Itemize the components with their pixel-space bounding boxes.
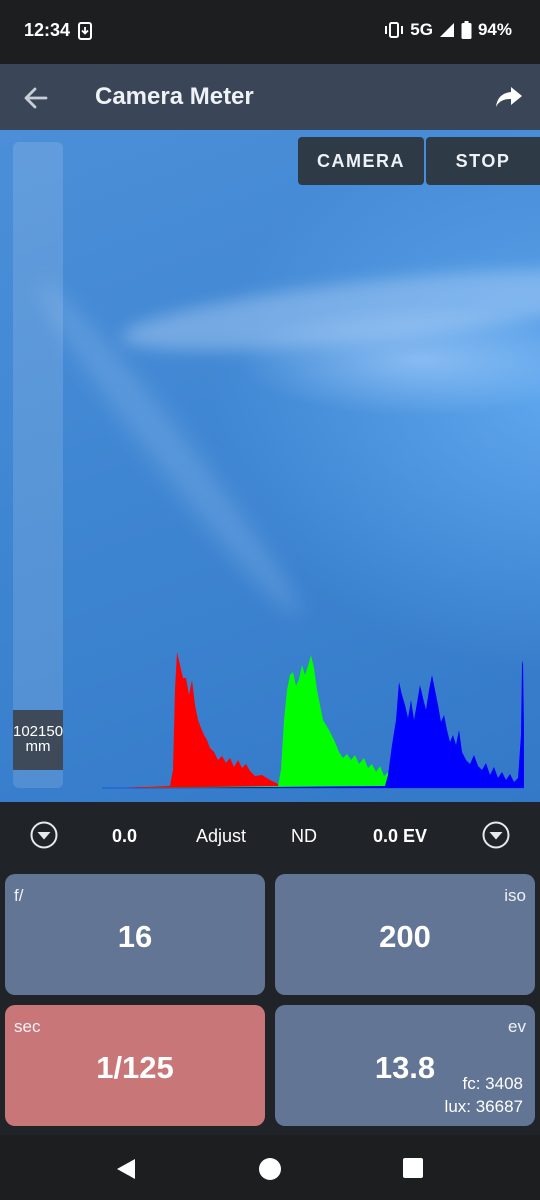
signal-icon [439,23,454,37]
battery-icon [461,21,472,39]
footcandles-value: fc: 3408 [462,1074,524,1093]
network-label: 5G [410,20,433,39]
aperture-value: 16 [117,919,153,954]
shutter-value: 1/125 [96,1050,174,1085]
chevron-down-circle-icon[interactable] [482,821,510,849]
app-bar: Camera Meter [0,64,540,130]
stop-button[interactable]: STOP [426,137,540,185]
histogram-red [125,652,285,788]
back-arrow-icon[interactable] [22,84,50,112]
battery-label: 94% [477,20,512,39]
nd-ev-value: 0.0 EV [373,826,428,846]
ev-card[interactable]: ev 13.8 fc: 3408 lux: 36687 [275,1005,535,1126]
system-nav-bar [0,1135,540,1200]
adjust-value: 0.0 [112,826,138,846]
iso-card[interactable]: iso 200 [275,874,535,995]
camera-controls: CAMERA STOP [298,137,540,185]
download-icon [78,22,92,40]
status-bar: 12:34 5G 94% [0,0,540,64]
ev-label: ev [508,1017,526,1036]
focus-distance-label[interactable]: 102150 mm [13,710,63,770]
adjust-label: Adjust [196,826,247,846]
shutter-card[interactable]: sec 1/125 [5,1005,265,1126]
page-title: Camera Meter [95,83,254,110]
focus-distance-unit: mm [25,738,51,755]
vibrate-icon [385,22,404,38]
chevron-down-circle-icon[interactable] [30,821,58,849]
status-time: 12:34 [24,20,71,40]
focus-distance-value: 102150 [13,723,63,740]
iso-value: 200 [379,919,431,954]
iso-label: iso [504,886,526,905]
aperture-card[interactable]: f/ 16 [5,874,265,995]
camera-preview[interactable]: 102150 mm CAMERA STOP [0,130,540,802]
lux-value: lux: 36687 [444,1097,523,1116]
aperture-label: f/ [14,886,24,905]
camera-button[interactable]: CAMERA [298,137,424,185]
nav-recents-icon[interactable] [402,1157,424,1179]
share-icon[interactable] [494,82,524,112]
shutter-label: sec [14,1017,41,1036]
focus-slider[interactable] [13,142,63,788]
nd-label: ND [291,826,317,846]
adjust-row: 0.0 Adjust ND 0.0 EV [0,802,540,870]
nav-back-icon[interactable] [114,1157,138,1181]
nav-home-icon[interactable] [258,1157,282,1181]
histogram [102,652,524,789]
